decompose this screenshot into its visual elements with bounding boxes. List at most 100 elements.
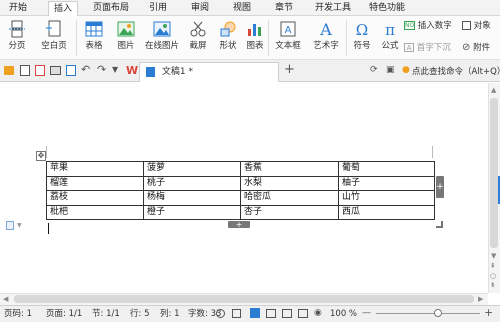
table-resize-handle[interactable] xyxy=(436,221,443,228)
scroll-left-icon[interactable]: ◀ xyxy=(3,295,8,303)
table-cell[interactable]: 杏子 xyxy=(240,204,339,220)
formula-button[interactable]: π 公式 xyxy=(378,20,402,51)
shapes-label: 形状 xyxy=(219,41,237,51)
textbox-button[interactable]: A 文本框 xyxy=(270,20,306,51)
page-view-icon[interactable] xyxy=(250,308,260,318)
add-column-button[interactable]: + xyxy=(436,176,444,198)
status-pages[interactable]: 页面: 1/1 xyxy=(46,306,82,322)
number-icon: NO xyxy=(404,21,415,30)
table-cell[interactable]: 橙子 xyxy=(143,204,241,220)
shapes-button[interactable]: 形状 xyxy=(214,20,242,51)
online-picture-button[interactable]: 在线图片 xyxy=(144,20,180,51)
web-view-icon[interactable] xyxy=(282,309,292,318)
spellcheck-icon[interactable] xyxy=(216,309,225,318)
tab-developer[interactable]: 开发工具 xyxy=(310,1,356,16)
tab-review[interactable]: 审阅 xyxy=(186,1,214,16)
share-icon[interactable]: ▣ xyxy=(386,65,395,75)
wordart-icon: A xyxy=(319,20,332,38)
symbol-button[interactable]: Ω 符号 xyxy=(348,20,376,51)
status-section[interactable]: 节: 1/1 xyxy=(92,306,120,322)
outline-view-icon[interactable] xyxy=(266,309,276,318)
tab-chapter[interactable]: 章节 xyxy=(270,1,298,16)
data-table[interactable]: 苹果 菠萝 香蕉 葡萄 榴莲 桃子 水梨 柚子 荔枝 杨梅 哈密瓜 山竹 枇杷 … xyxy=(46,161,435,220)
screenshot-button[interactable]: 截屏 xyxy=(184,20,212,51)
table-cell[interactable]: 西瓜 xyxy=(338,204,435,220)
add-row-button[interactable]: + xyxy=(228,221,250,229)
command-search[interactable]: 点此查找命令（Alt+Q） xyxy=(412,65,500,77)
tab-insert[interactable]: 插入 xyxy=(48,1,78,16)
chart-button[interactable]: 图表 xyxy=(244,20,266,51)
zoom-out-button[interactable]: — xyxy=(362,305,371,321)
table-row: 榴莲 桃子 水梨 柚子 xyxy=(46,175,435,191)
view-mode-icon[interactable] xyxy=(232,309,241,318)
wordart-button[interactable]: A 艺术字 xyxy=(308,20,344,51)
wordart-label: 艺术字 xyxy=(313,41,339,51)
table-cell[interactable]: 水梨 xyxy=(240,175,339,191)
picture-label: 图片 xyxy=(117,41,135,51)
next-page-icon[interactable]: ⇟ xyxy=(490,281,496,289)
attachment-button[interactable]: ⊘ 附件 xyxy=(462,42,500,54)
table-cell[interactable]: 杨梅 xyxy=(143,190,241,206)
save-icon[interactable] xyxy=(20,65,30,76)
object-button[interactable]: 对象 xyxy=(462,20,500,32)
lightbulb-icon: ● xyxy=(402,65,410,75)
status-row[interactable]: 行: 5 xyxy=(130,306,149,322)
table-cell[interactable]: 山竹 xyxy=(338,190,435,206)
reading-view-icon[interactable] xyxy=(298,309,308,318)
drop-cap-button[interactable]: A 首字下沉 xyxy=(404,42,460,54)
print-preview-icon[interactable] xyxy=(66,65,76,76)
redo-icon[interactable]: ↷ xyxy=(97,63,106,76)
tab-features[interactable]: 特色功能 xyxy=(364,1,410,16)
vertical-scroll-thumb[interactable] xyxy=(490,98,498,248)
new-tab-button[interactable]: + xyxy=(284,62,295,77)
scroll-down-icon[interactable]: ▼ xyxy=(491,252,496,260)
tab-start[interactable]: 开始 xyxy=(4,1,32,16)
document-tab[interactable]: 文稿1 * xyxy=(139,62,279,82)
page-marker-dropdown-icon[interactable]: ▼ xyxy=(17,222,22,229)
cloud-icon[interactable]: ⟳ xyxy=(370,65,378,75)
table-cell[interactable]: 榴莲 xyxy=(46,175,144,191)
blank-page-button[interactable]: 空白页 xyxy=(36,20,72,51)
table-cell[interactable]: 柚子 xyxy=(338,175,435,191)
zoom-in-button[interactable]: + xyxy=(484,305,493,321)
zoom-slider-track[interactable] xyxy=(376,313,480,314)
table-move-handle[interactable]: ✥ xyxy=(36,151,46,161)
table-cell[interactable]: 枇杷 xyxy=(46,204,144,220)
ribbon-divider xyxy=(346,20,347,56)
table-cell[interactable]: 香蕉 xyxy=(240,161,339,177)
svg-text:π: π xyxy=(385,21,395,38)
horizontal-scroll-thumb[interactable] xyxy=(14,295,474,303)
page-marker-icon[interactable] xyxy=(6,221,14,230)
undo-icon[interactable]: ↶ xyxy=(81,63,90,76)
table-cell[interactable]: 苹果 xyxy=(46,161,144,177)
page-break-button[interactable]: 分页 xyxy=(4,20,30,51)
quick-access-dropdown-icon[interactable]: ▼ xyxy=(112,65,118,74)
print-icon[interactable] xyxy=(50,66,61,75)
picture-button[interactable]: 图片 xyxy=(112,20,140,51)
insert-number-button[interactable]: NO 插入数字 xyxy=(404,20,460,32)
scroll-right-icon[interactable]: ▶ xyxy=(478,295,483,303)
table-cell[interactable]: 桃子 xyxy=(143,175,241,191)
insert-number-label: 插入数字 xyxy=(417,21,452,31)
chart-label: 图表 xyxy=(246,41,264,51)
open-folder-icon[interactable] xyxy=(4,66,14,75)
table-cell[interactable]: 葡萄 xyxy=(338,161,435,177)
zoom-level[interactable]: 100 % xyxy=(330,306,357,322)
document-icon xyxy=(146,66,155,77)
tab-page-layout[interactable]: 页面布局 xyxy=(88,1,134,16)
table-cell[interactable]: 荔枝 xyxy=(46,190,144,206)
table-cell[interactable]: 菠萝 xyxy=(143,161,241,177)
tab-references[interactable]: 引用 xyxy=(144,1,172,16)
eye-protection-icon[interactable]: ◉ xyxy=(314,308,322,318)
tab-view[interactable]: 视图 xyxy=(228,1,256,16)
status-page[interactable]: 页码: 1 xyxy=(4,306,32,322)
table-button[interactable]: 表格 xyxy=(80,20,108,51)
export-pdf-icon[interactable] xyxy=(35,65,45,76)
table-cell[interactable]: 哈密瓜 xyxy=(240,190,339,206)
status-column[interactable]: 列: 1 xyxy=(160,306,179,322)
previous-page-icon[interactable]: ⇞ xyxy=(490,262,496,270)
browse-object-icon[interactable]: ○ xyxy=(490,272,496,280)
omega-icon: Ω xyxy=(356,21,368,38)
scroll-up-icon[interactable]: ▲ xyxy=(491,86,496,94)
page-break-icon xyxy=(9,20,25,38)
